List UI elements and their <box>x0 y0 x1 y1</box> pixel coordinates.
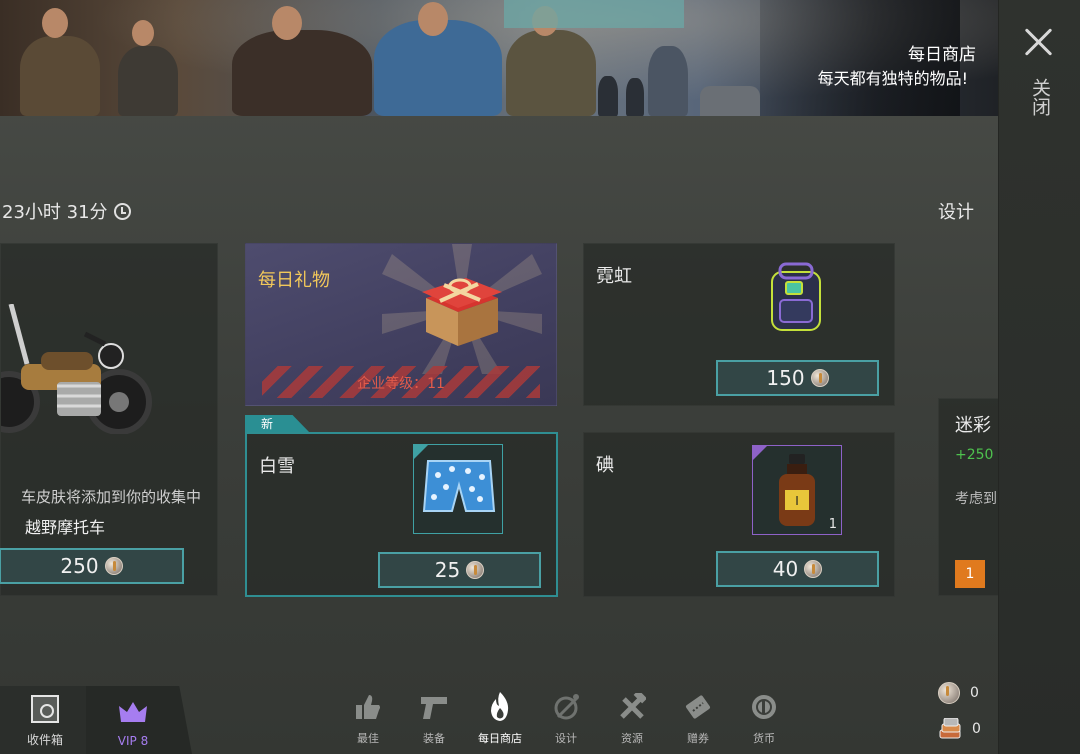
tab-label: 设计 <box>555 732 577 745</box>
tab-label: 最佳 <box>357 732 379 745</box>
camo-note: 考虑到 <box>955 491 997 507</box>
neon-item-name: 霓虹 <box>596 266 632 287</box>
coin-icon <box>749 692 779 722</box>
bottom-bar: 收件箱 VIP 8 最佳 装备 每日商店 设计 资源 赠券 货币 0 0 <box>0 682 998 754</box>
tab-label: 资源 <box>621 732 643 745</box>
gift-box-icon <box>422 278 502 346</box>
iodine-bottle-icon: I <box>779 454 815 526</box>
motorcycle-price: 250 <box>60 554 99 578</box>
iodine-item-frame: I 1 <box>752 445 842 535</box>
tab-daily-shop[interactable]: 每日商店 <box>467 686 533 754</box>
close-icon[interactable] <box>1023 26 1055 58</box>
motorcycle-description: 车皮肤将添加到你的收集中 <box>20 488 201 506</box>
motorcycle-buy-button[interactable]: 250 <box>0 548 184 584</box>
iodine-card[interactable]: 碘 I 1 40 <box>583 432 895 597</box>
inbox-label: 收件箱 <box>26 733 63 747</box>
daily-gift-card[interactable]: 每日礼物 企业等级：11 <box>245 243 557 406</box>
coin-icon <box>804 560 823 578</box>
iodine-buy-button[interactable]: 40 <box>716 551 879 587</box>
banner-title: 每日商店 <box>908 45 976 65</box>
snow-item-frame <box>413 444 503 534</box>
vip-button[interactable]: VIP 8 <box>86 686 192 754</box>
coin-icon <box>104 557 123 575</box>
svg-text:I: I <box>795 494 799 508</box>
banner-subtitle: 每天都有独特的物品! <box>817 69 968 88</box>
pistol-icon <box>419 692 449 722</box>
spray-can-icon <box>551 692 581 722</box>
tab-vouchers[interactable]: 赠券 <box>665 686 731 754</box>
design-section-link[interactable]: 设计 <box>938 198 974 224</box>
close-label[interactable]: 关闭 <box>1029 78 1051 116</box>
tab-currency[interactable]: 货币 <box>731 686 797 754</box>
motorcycle-card[interactable]: 车皮肤将添加到你的收集中 越野摩托车 250 <box>0 243 218 596</box>
tab-best[interactable]: 最佳 <box>335 686 401 754</box>
thumbs-up-icon <box>353 692 383 722</box>
silver-amount: 0 <box>970 685 979 701</box>
coin-icon <box>466 561 485 579</box>
silver-coin-icon <box>938 682 960 704</box>
snow-buy-button[interactable]: 25 <box>378 552 541 588</box>
iodine-item-name: 碘 <box>596 455 614 476</box>
snow-shorts-card[interactable]: 白雪 25 <box>245 432 558 597</box>
vip-label: VIP 8 <box>117 734 149 748</box>
tab-design[interactable]: 设计 <box>533 686 599 754</box>
resource-currency: 0 <box>938 718 981 740</box>
neon-buy-button[interactable]: 150 <box>716 360 879 396</box>
ticket-icon <box>683 692 713 722</box>
iodine-price: 40 <box>772 557 799 581</box>
motorcycle-name: 越野摩托车 <box>25 518 106 537</box>
resource-stack-icon <box>939 718 961 739</box>
coin-icon <box>810 369 829 387</box>
clock-icon <box>113 202 131 220</box>
gift-required-level: 企业等级：11 <box>357 376 445 392</box>
tab-resources[interactable]: 资源 <box>599 686 665 754</box>
silver-currency: 0 <box>938 682 979 704</box>
camo-card[interactable]: 迷彩 +250 考虑到 1 <box>938 398 998 596</box>
timer-text: 23小时 31分 <box>2 202 108 223</box>
camo-bonus: +250 <box>955 447 994 463</box>
tab-label: 赠券 <box>687 732 709 745</box>
shorts-icon <box>422 460 496 512</box>
crown-icon <box>119 702 147 722</box>
camo-count-badge: 1 <box>955 560 985 588</box>
tab-label: 货币 <box>753 732 775 745</box>
shop-stage: 每日商店 每天都有独特的物品! 23小时 31分 设计 车皮肤将添加到你的收集中… <box>0 0 998 754</box>
backpack-icon <box>771 262 821 331</box>
daily-gift-title: 每日礼物 <box>258 270 330 291</box>
refresh-timer: 23小时 31分 <box>2 198 131 224</box>
safe-icon <box>31 695 59 723</box>
tab-label: 每日商店 <box>478 732 522 745</box>
motorcycle-image <box>1 304 152 434</box>
neon-price: 150 <box>766 366 805 390</box>
snow-price: 25 <box>434 558 461 582</box>
inbox-button[interactable]: 收件箱 <box>0 686 90 754</box>
snow-item-name: 白雪 <box>259 456 295 477</box>
shop-tabs: 最佳 装备 每日商店 设计 资源 赠券 货币 <box>335 686 797 754</box>
flame-icon <box>485 692 515 722</box>
tools-icon <box>617 692 647 722</box>
iodine-quantity: 1 <box>828 517 837 532</box>
neon-backpack-card[interactable]: 霓虹 150 <box>583 243 895 406</box>
resource-amount: 0 <box>972 721 981 737</box>
tab-equipment[interactable]: 装备 <box>401 686 467 754</box>
right-rail: 关闭 <box>998 0 1080 754</box>
camo-item-name: 迷彩 <box>955 415 991 436</box>
shop-banner: 每日商店 每天都有独特的物品! <box>0 0 998 116</box>
tab-label: 装备 <box>423 732 445 745</box>
